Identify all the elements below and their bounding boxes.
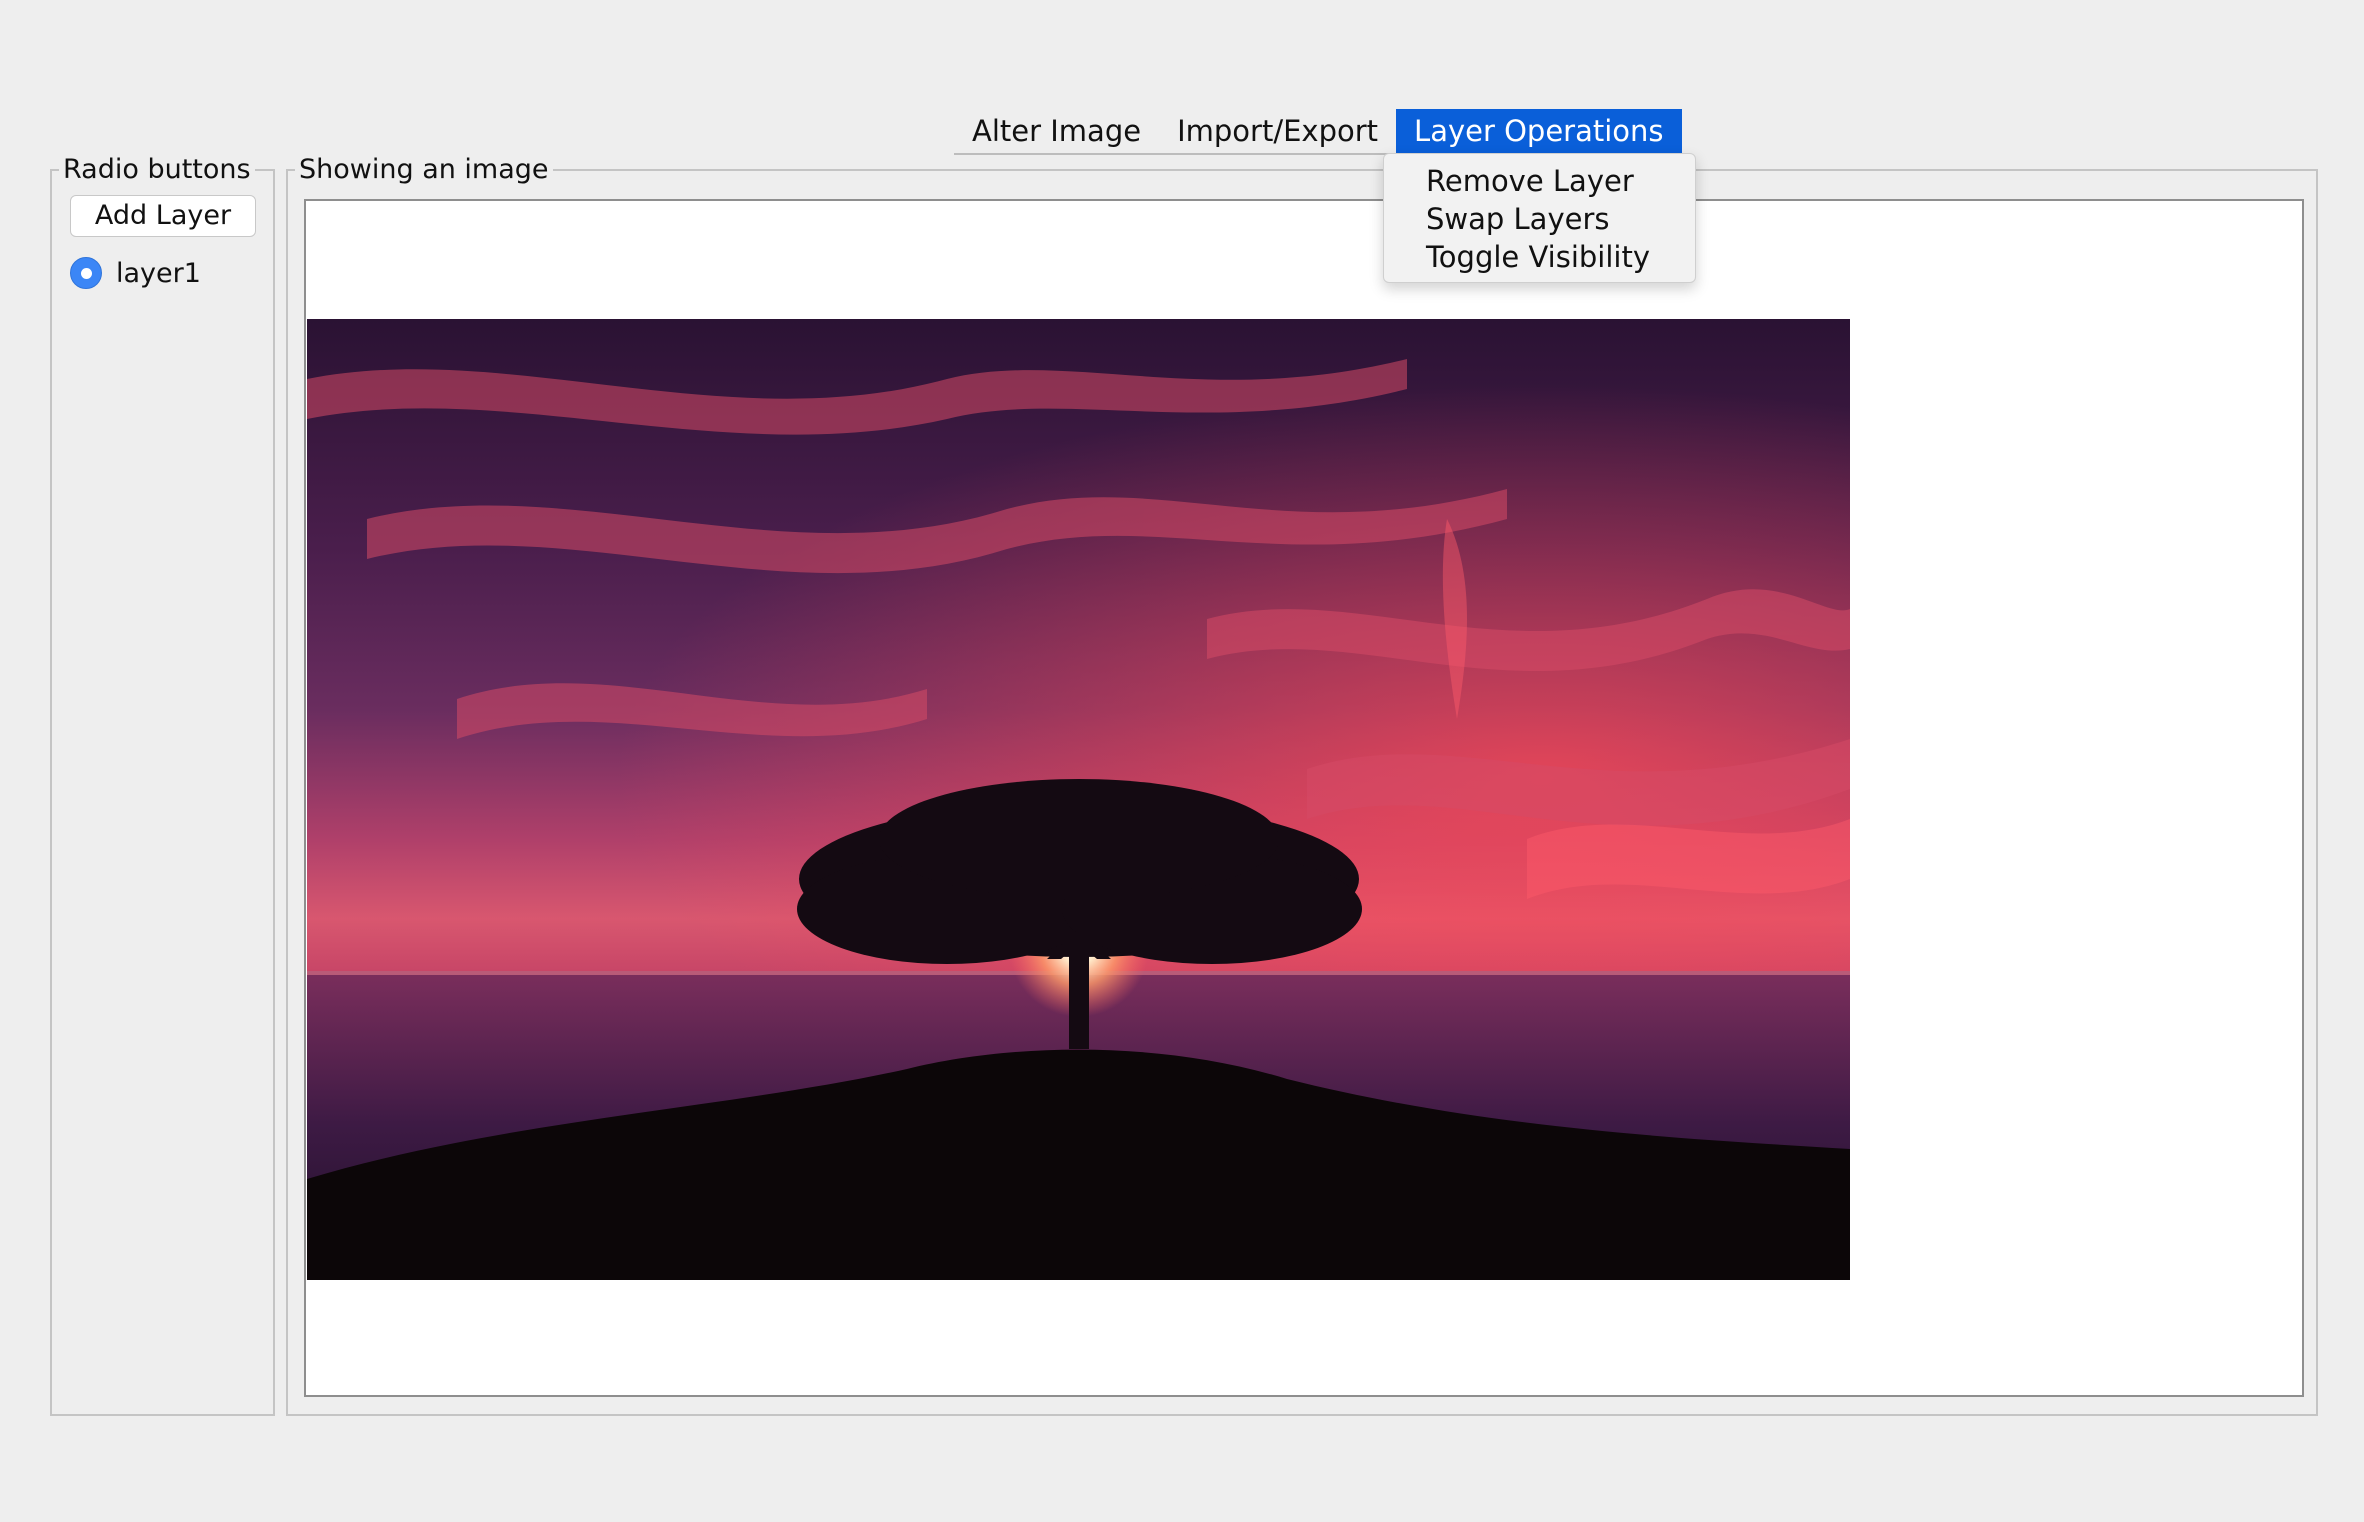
menu-layer-operations[interactable]: Layer Operations (1396, 109, 1682, 153)
menu-import-export[interactable]: Import/Export (1159, 109, 1396, 153)
layer-label: layer1 (116, 257, 201, 289)
layer-operations-dropdown: Remove Layer Swap Layers Toggle Visibili… (1383, 153, 1696, 283)
sunset-tree-image (307, 319, 1850, 1280)
radio-buttons-legend: Radio buttons (59, 154, 255, 186)
layer-radio-layer1[interactable]: layer1 (70, 256, 201, 290)
image-panel-legend: Showing an image (295, 154, 553, 186)
menu-item-swap-layers[interactable]: Swap Layers (1384, 200, 1695, 238)
menu-bar: Alter Image Import/Export Layer Operatio… (954, 109, 1682, 155)
menu-item-remove-layer[interactable]: Remove Layer (1384, 162, 1695, 200)
menu-alter-image[interactable]: Alter Image (954, 109, 1159, 153)
radio-selected-icon[interactable] (70, 257, 102, 289)
add-layer-button[interactable]: Add Layer (70, 195, 256, 237)
menu-item-toggle-visibility[interactable]: Toggle Visibility (1384, 238, 1695, 276)
radio-buttons-panel (50, 169, 275, 1416)
